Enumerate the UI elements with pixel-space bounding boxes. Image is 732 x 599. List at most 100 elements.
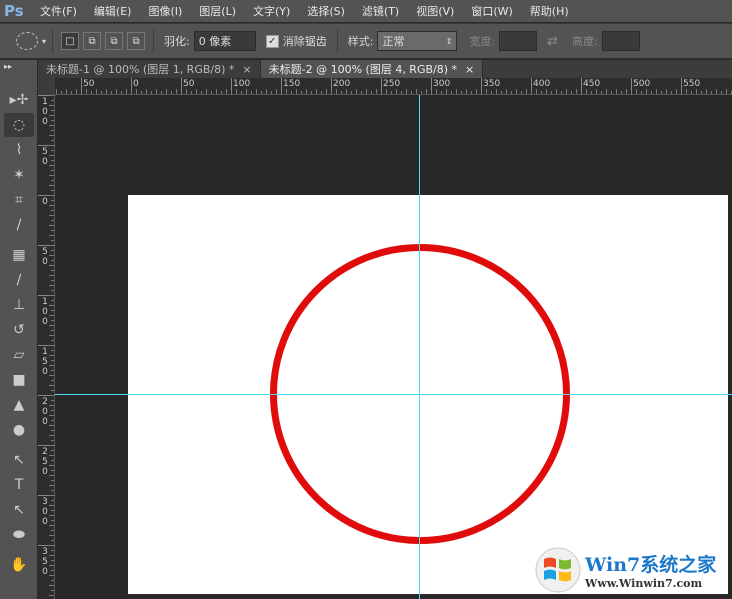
- menu-help[interactable]: 帮助(H): [530, 3, 569, 19]
- ruler-minor-tick: [256, 89, 257, 94]
- new-selection-button[interactable]: □: [61, 32, 80, 50]
- menu-select[interactable]: 选择(S): [307, 3, 345, 19]
- horizontal-guide[interactable]: [55, 394, 732, 395]
- height-label: 高度:: [572, 35, 598, 48]
- expand-panel-icon[interactable]: ▸▸: [0, 60, 37, 73]
- ruler-minor-tick: [51, 580, 54, 581]
- elliptical-marquee-preset-icon[interactable]: [16, 32, 38, 50]
- ruler-minor-tick: [66, 89, 67, 94]
- ruler-minor-tick: [231, 91, 232, 94]
- hand-tool-icon[interactable]: ✋: [4, 553, 34, 577]
- ruler-minor-tick: [49, 385, 54, 386]
- antialias-checkbox[interactable]: ✓: [265, 34, 279, 48]
- tab-document-1[interactable]: 未标题-1 @ 100% (图层 1, RGB/8) * ×: [38, 60, 261, 78]
- ruler-minor-tick: [49, 285, 54, 286]
- ruler-minor-tick: [49, 575, 54, 576]
- options-bar: ▾ □ ⧉ ⧉ ⧉ 羽化: 0 像素 ✓ 消除锯齿 样式: 正常 ⇕ 宽度: ⇄ …: [0, 23, 732, 59]
- dodge-tool-icon[interactable]: ●: [4, 418, 34, 442]
- ruler-origin[interactable]: [38, 78, 55, 95]
- ruler-minor-tick: [49, 195, 54, 196]
- ruler-minor-tick: [161, 91, 162, 94]
- ruler-minor-tick: [201, 91, 202, 94]
- swap-icon[interactable]: ⇄: [547, 34, 558, 49]
- subtract-selection-button[interactable]: ⧉: [105, 32, 124, 50]
- crop-tool-icon[interactable]: ⌗: [4, 188, 34, 212]
- close-icon[interactable]: ×: [242, 63, 251, 76]
- height-input[interactable]: [601, 31, 640, 51]
- menu-type[interactable]: 文字(Y): [253, 3, 290, 19]
- ruler-label: 50: [183, 79, 195, 89]
- blur-tool-icon[interactable]: ▲: [4, 393, 34, 417]
- ruler-minor-tick: [596, 89, 597, 94]
- ruler-minor-tick: [51, 430, 54, 431]
- menu-view[interactable]: 视图(V): [416, 3, 454, 19]
- elliptical-marquee-tool-icon[interactable]: ◌: [4, 113, 34, 137]
- ruler-minor-tick: [51, 460, 54, 461]
- style-select[interactable]: 正常 ⇕: [377, 31, 458, 51]
- ruler-minor-tick: [51, 520, 54, 521]
- add-to-selection-button[interactable]: ⧉: [83, 32, 102, 50]
- ruler-minor-tick: [406, 89, 407, 94]
- ruler-minor-tick: [51, 530, 54, 531]
- feather-input[interactable]: 0 像素: [193, 31, 256, 51]
- watermark-url: Www.Winwin7.com: [585, 577, 703, 590]
- ruler-minor-tick: [96, 89, 97, 94]
- ruler-minor-tick: [151, 91, 152, 94]
- ruler-minor-tick: [281, 91, 282, 94]
- tab-document-2[interactable]: 未标题-2 @ 100% (图层 4, RGB/8) * ×: [260, 60, 484, 78]
- gradient-tool-icon[interactable]: ■: [4, 368, 34, 392]
- ruler-label: 0: [42, 197, 48, 207]
- ruler-minor-tick: [216, 89, 217, 94]
- ruler-minor-tick: [476, 89, 477, 94]
- ruler-minor-tick: [49, 105, 54, 106]
- move-tool-icon[interactable]: ▸✢: [4, 88, 34, 112]
- chevron-down-icon[interactable]: ▾: [42, 37, 46, 46]
- clone-stamp-tool-icon[interactable]: ⊥: [4, 293, 34, 317]
- menu-layer[interactable]: 图层(L): [199, 3, 236, 19]
- ruler-minor-tick: [546, 89, 547, 94]
- intersect-selection-button[interactable]: ⧉: [127, 32, 146, 50]
- ruler-minor-tick: [49, 255, 54, 256]
- ellipse-tool-icon[interactable]: ⬬: [4, 523, 34, 547]
- ruler-minor-tick: [51, 450, 54, 451]
- ruler-minor-tick: [386, 89, 387, 94]
- menu-bar: Ps 文件(F) 编辑(E) 图像(I) 图层(L) 文字(Y) 选择(S) 滤…: [0, 0, 732, 22]
- menu-file[interactable]: 文件(F): [40, 3, 77, 19]
- brush-tool-icon[interactable]: ∕: [4, 268, 34, 292]
- ruler-minor-tick: [706, 89, 707, 94]
- eyedropper-tool-icon[interactable]: ∕: [4, 213, 34, 237]
- ruler-minor-tick: [241, 91, 242, 94]
- ruler-minor-tick: [49, 125, 54, 126]
- history-brush-tool-icon[interactable]: ↺: [4, 318, 34, 342]
- ruler-minor-tick: [49, 495, 54, 496]
- magic-wand-tool-icon[interactable]: ✶: [4, 163, 34, 187]
- ruler-minor-tick: [51, 140, 54, 141]
- ruler-minor-tick: [336, 89, 337, 94]
- path-selection-tool-icon[interactable]: ↖: [4, 448, 34, 472]
- polygonal-lasso-tool-icon[interactable]: ⌇: [4, 138, 34, 162]
- type-tool-icon[interactable]: T: [4, 473, 34, 497]
- horizontal-ruler[interactable]: 50 0 50 100 150 200 250 300 350 400 450 500 550: [55, 78, 732, 95]
- menu-filter[interactable]: 滤镜(T): [362, 3, 399, 19]
- ruler-minor-tick: [51, 420, 54, 421]
- ruler-minor-tick: [51, 440, 54, 441]
- vertical-ruler[interactable]: 100 50 0 50 100 150 200 250 300 350: [38, 95, 55, 599]
- spot-healing-tool-icon[interactable]: ▦: [4, 243, 34, 267]
- width-input[interactable]: [499, 31, 538, 51]
- ruler-minor-tick: [76, 89, 77, 94]
- menu-image[interactable]: 图像(I): [148, 3, 182, 19]
- ruler-minor-tick: [606, 89, 607, 94]
- ruler-label: 500: [633, 79, 651, 89]
- ruler-minor-tick: [206, 89, 207, 94]
- close-icon[interactable]: ×: [465, 63, 474, 76]
- menu-window[interactable]: 窗口(W): [471, 3, 512, 19]
- ruler-minor-tick: [51, 500, 54, 501]
- ruler-minor-tick: [61, 91, 62, 94]
- menu-edit[interactable]: 编辑(E): [94, 3, 132, 19]
- ruler-minor-tick: [49, 95, 54, 96]
- ruler-minor-tick: [51, 560, 54, 561]
- vertical-guide[interactable]: [419, 95, 420, 599]
- ruler-minor-tick: [696, 89, 697, 94]
- eraser-tool-icon[interactable]: ▱: [4, 343, 34, 367]
- direct-selection-tool-icon[interactable]: ↖: [4, 498, 34, 522]
